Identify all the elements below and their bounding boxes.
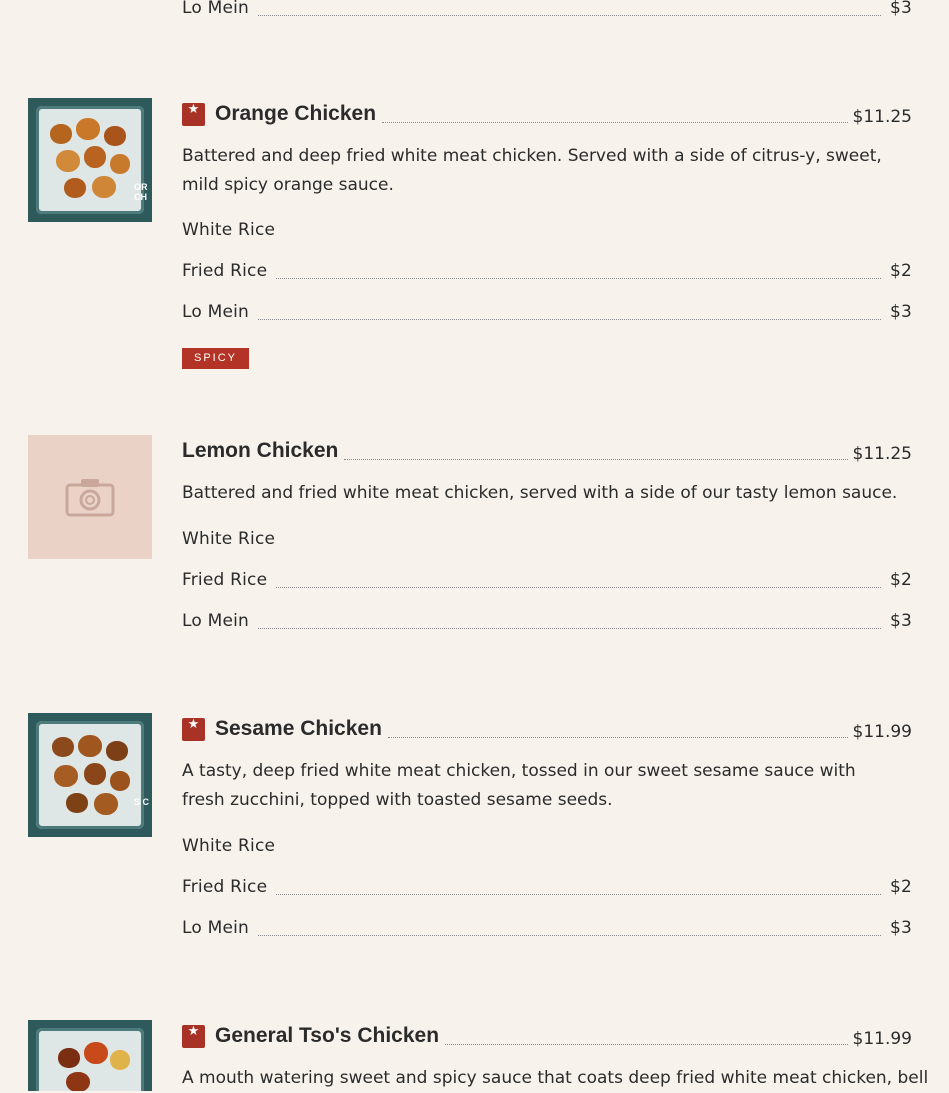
menu-item-title[interactable]: General Tso's Chicken bbox=[215, 1024, 439, 1048]
option-label: Fried Rice bbox=[182, 261, 268, 281]
dot-leader bbox=[382, 121, 848, 123]
star-icon: ★ bbox=[182, 1024, 205, 1048]
option-price: $2 bbox=[889, 261, 912, 281]
option-price: $3 bbox=[889, 302, 912, 322]
lemon-chicken-image-placeholder[interactable] bbox=[28, 435, 152, 559]
option-price: $3 bbox=[889, 918, 912, 938]
dot-leader bbox=[387, 736, 848, 738]
option-price: $3 bbox=[889, 0, 912, 18]
menu-item-description: Battered and deep fried white meat chick… bbox=[182, 146, 882, 195]
camera-icon bbox=[65, 479, 115, 517]
menu-item-title[interactable]: Sesame Chicken bbox=[215, 717, 382, 741]
dot-leader bbox=[258, 14, 881, 16]
menu-item-title-row: ★ Sesame Chicken $11.99 bbox=[182, 714, 912, 744]
plate bbox=[36, 106, 144, 214]
star-icon: ★ bbox=[182, 717, 205, 741]
dot-leader bbox=[344, 458, 848, 460]
image-overlay-text: S C bbox=[134, 797, 150, 807]
option-label: Lo Mein bbox=[182, 611, 250, 631]
option-label: Fried Rice bbox=[182, 570, 268, 590]
menu-item-price: $11.25 bbox=[852, 107, 912, 127]
plate bbox=[36, 1028, 144, 1091]
option-label: White Rice bbox=[182, 836, 276, 856]
star-icon: ★ bbox=[182, 102, 205, 126]
option-price: $2 bbox=[889, 570, 912, 590]
option-row: White Rice bbox=[182, 527, 912, 551]
option-row: White Rice bbox=[182, 834, 912, 858]
option-label: Fried Rice bbox=[182, 877, 268, 897]
menu-item-price: $11.99 bbox=[852, 1029, 912, 1049]
menu-item-title[interactable]: Lemon Chicken bbox=[182, 439, 338, 463]
dot-leader bbox=[258, 627, 881, 629]
option-price: $2 bbox=[889, 877, 912, 897]
option-row: Lo Mein $3 bbox=[182, 916, 912, 940]
menu-item-description: Battered and fried white meat chicken, s… bbox=[182, 483, 898, 503]
dot-leader bbox=[276, 893, 881, 895]
dot-leader bbox=[258, 934, 881, 936]
image-overlay-text: OR CH bbox=[134, 182, 148, 202]
option-row: Fried Rice $2 bbox=[182, 259, 912, 283]
menu-item-description: A mouth watering sweet and spicy sauce t… bbox=[182, 1068, 929, 1088]
plate bbox=[36, 721, 144, 829]
orange-chicken-image[interactable]: OR CH bbox=[28, 98, 152, 222]
menu-item-title-row: ★ General Tso's Chicken $11.99 bbox=[182, 1021, 912, 1051]
general-tsos-chicken-image[interactable] bbox=[28, 1020, 152, 1091]
option-row: Fried Rice $2 bbox=[182, 875, 912, 899]
option-row: Lo Mein $3 bbox=[182, 0, 912, 20]
menu-item-price: $11.99 bbox=[852, 722, 912, 742]
spicy-tag: SPICY bbox=[182, 348, 250, 369]
option-row: Lo Mein $3 bbox=[182, 300, 912, 324]
option-label: White Rice bbox=[182, 529, 276, 549]
sesame-chicken-image[interactable]: S C bbox=[28, 713, 152, 837]
option-label: White Rice bbox=[182, 220, 276, 240]
option-label: Lo Mein bbox=[182, 918, 250, 938]
menu-item-title-row: ★ Orange Chicken $11.25 bbox=[182, 99, 912, 129]
menu-item-title-row: Lemon Chicken $11.25 bbox=[182, 436, 912, 466]
dot-leader bbox=[276, 586, 881, 588]
option-row: Lo Mein $3 bbox=[182, 609, 912, 633]
option-label: Lo Mein bbox=[182, 302, 250, 322]
option-row: White Rice bbox=[182, 218, 912, 242]
option-row: Fried Rice $2 bbox=[182, 568, 912, 592]
dot-leader bbox=[276, 277, 881, 279]
option-label: Lo Mein bbox=[182, 0, 250, 18]
menu-item-price: $11.25 bbox=[852, 444, 912, 464]
dot-leader bbox=[445, 1043, 848, 1045]
menu-item-title[interactable]: Orange Chicken bbox=[215, 102, 376, 126]
option-price: $3 bbox=[889, 611, 912, 631]
dot-leader bbox=[258, 318, 881, 320]
menu-item-description: A tasty, deep fried white meat chicken, … bbox=[182, 761, 856, 810]
